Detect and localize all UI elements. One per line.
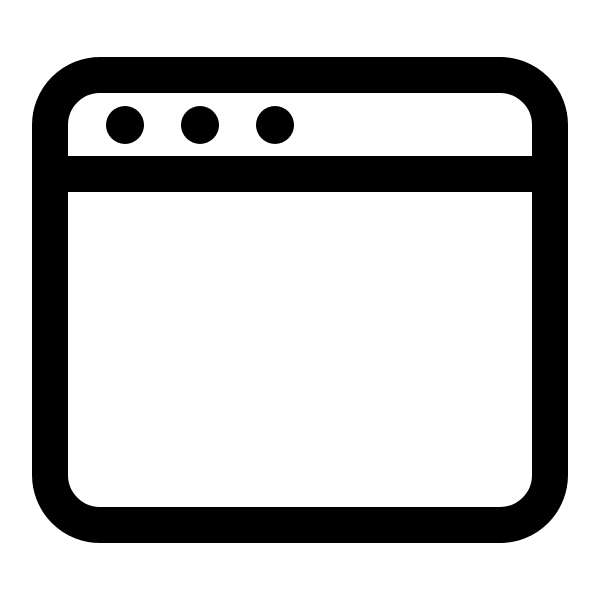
title-bar-dots — [106, 106, 294, 144]
window-dot-3 — [256, 106, 294, 144]
window-dot-2 — [181, 106, 219, 144]
window-dot-1 — [106, 106, 144, 144]
icon-canvas — [0, 0, 600, 600]
browser-window-icon — [32, 57, 568, 543]
